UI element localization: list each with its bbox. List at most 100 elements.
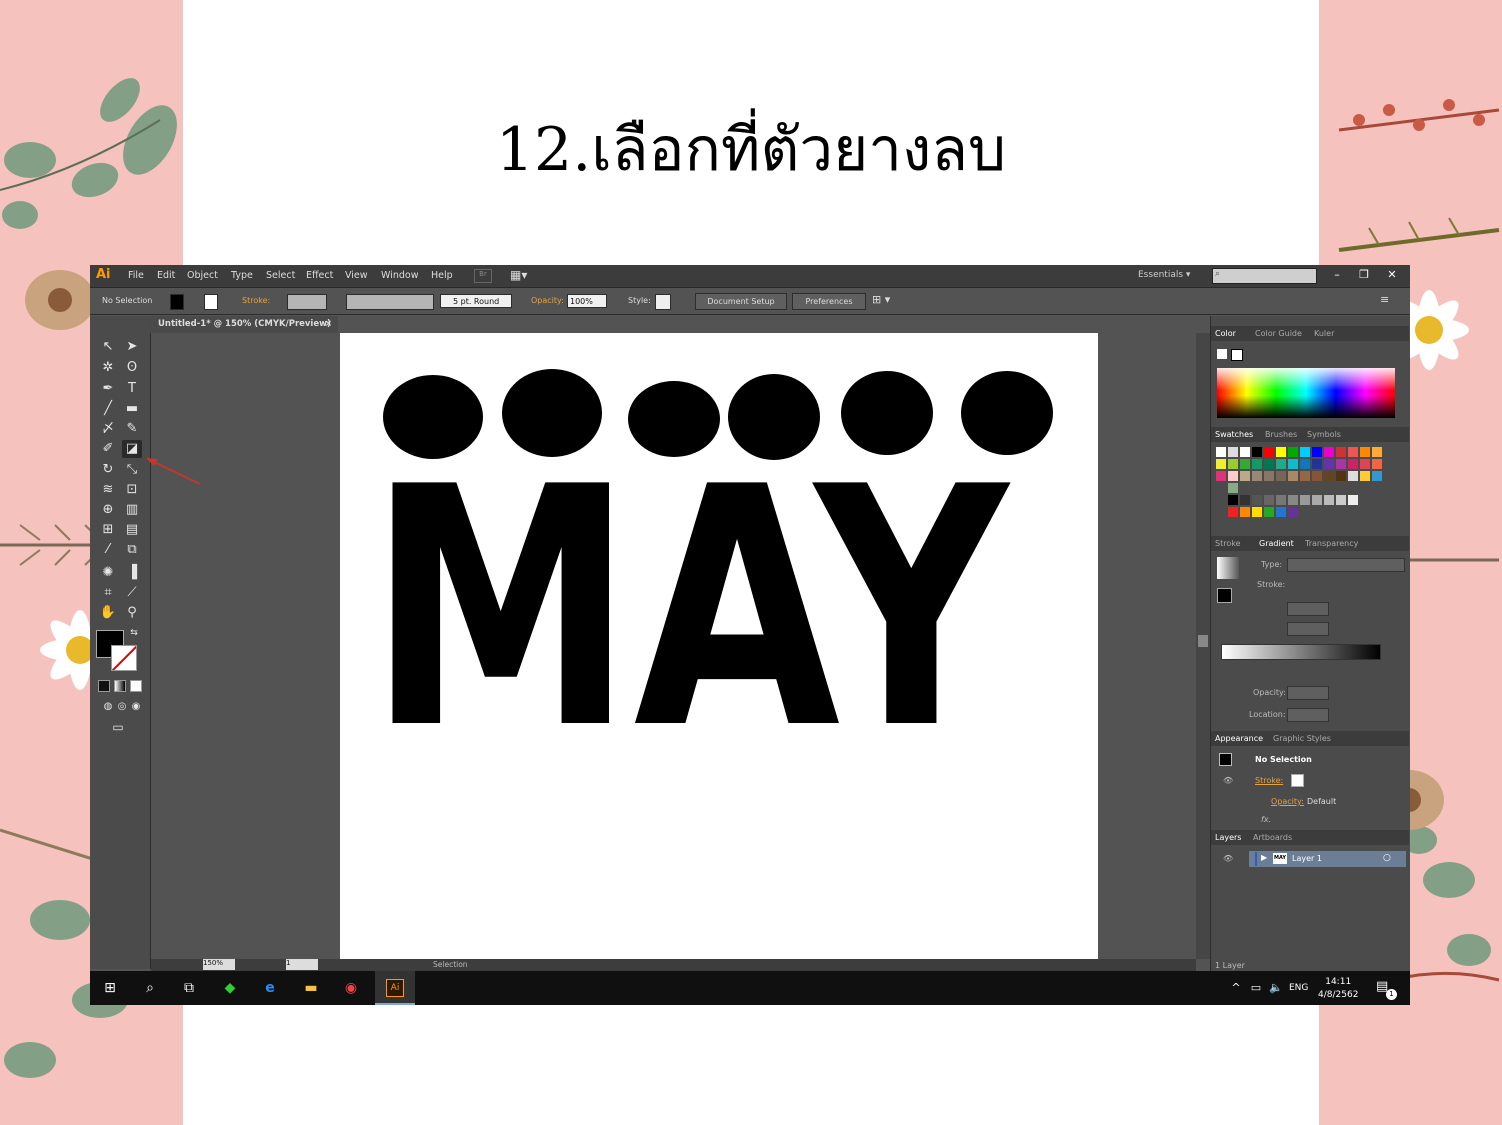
swatch[interactable] bbox=[1288, 471, 1298, 481]
chrome-browser-icon[interactable]: ◉ bbox=[342, 979, 360, 997]
fill-color-swatch[interactable] bbox=[170, 294, 184, 310]
swatch[interactable] bbox=[1240, 459, 1250, 469]
swatch[interactable] bbox=[1336, 495, 1346, 505]
gradient-location-input[interactable] bbox=[1287, 708, 1329, 722]
swatch[interactable] bbox=[1312, 495, 1322, 505]
swatch[interactable] bbox=[1240, 471, 1250, 481]
panel-menu-icon[interactable]: ≡ bbox=[1380, 293, 1389, 306]
column-graph-tool-icon[interactable]: ▐ bbox=[122, 564, 142, 582]
graphic-style-swatch[interactable] bbox=[655, 294, 671, 310]
swatch[interactable] bbox=[1276, 471, 1286, 481]
swatch[interactable] bbox=[1228, 483, 1238, 493]
close-tab-icon[interactable]: × bbox=[325, 316, 332, 333]
swatch[interactable] bbox=[1276, 459, 1286, 469]
swatch[interactable] bbox=[1324, 459, 1334, 469]
arrange-documents-icon[interactable]: ▦▾ bbox=[510, 268, 527, 282]
swatch[interactable] bbox=[1360, 471, 1370, 481]
tab-layers[interactable]: Layers bbox=[1215, 833, 1241, 842]
swatch[interactable] bbox=[1324, 447, 1334, 457]
swatch[interactable] bbox=[1252, 507, 1262, 517]
swatch[interactable] bbox=[1312, 447, 1322, 457]
app-green-icon[interactable]: ◆ bbox=[221, 979, 239, 997]
tab-color[interactable]: Color bbox=[1215, 329, 1236, 338]
swatch[interactable] bbox=[1264, 471, 1274, 481]
swatch[interactable] bbox=[1252, 495, 1262, 505]
opacity-label[interactable]: Opacity: bbox=[531, 296, 564, 305]
gradient-mode-button[interactable] bbox=[114, 680, 126, 692]
swatch[interactable] bbox=[1348, 471, 1358, 481]
swatch[interactable] bbox=[1264, 495, 1274, 505]
rectangle-tool-icon[interactable]: ▬ bbox=[122, 400, 142, 418]
swatch[interactable] bbox=[1312, 471, 1322, 481]
artboard[interactable]: MAY bbox=[340, 333, 1098, 959]
mesh-tool-icon[interactable]: ⊞ bbox=[98, 521, 118, 539]
swatch[interactable] bbox=[1252, 471, 1262, 481]
swatch[interactable] bbox=[1228, 459, 1238, 469]
fx-icon[interactable]: fx. bbox=[1261, 815, 1271, 824]
swatch[interactable] bbox=[1252, 447, 1262, 457]
type-tool-icon[interactable]: T bbox=[122, 380, 142, 398]
layer-visibility-icon[interactable]: 👁 bbox=[1223, 854, 1233, 863]
swatch[interactable] bbox=[1288, 507, 1298, 517]
tab-appearance[interactable]: Appearance bbox=[1215, 734, 1263, 743]
opacity-input[interactable]: 100% bbox=[567, 294, 607, 308]
zoom-select[interactable]: 150% bbox=[203, 959, 235, 970]
document-tab[interactable]: Untitled-1* @ 150% (CMYK/Preview) × bbox=[150, 316, 338, 333]
menu-view[interactable]: View bbox=[345, 270, 368, 281]
swatch[interactable] bbox=[1228, 471, 1238, 481]
swatch[interactable] bbox=[1300, 471, 1310, 481]
perspective-grid-tool-icon[interactable]: ▥ bbox=[122, 501, 142, 519]
illustrator-taskbar-button[interactable]: Ai bbox=[375, 971, 415, 1005]
language-indicator[interactable]: ENG bbox=[1289, 983, 1308, 993]
gradient-preview[interactable] bbox=[1217, 557, 1239, 579]
swatch[interactable] bbox=[1216, 459, 1226, 469]
hand-tool-icon[interactable]: ✋ bbox=[98, 604, 118, 622]
network-icon[interactable]: ▭ bbox=[1247, 979, 1265, 997]
line-tool-icon[interactable]: ╱ bbox=[98, 400, 118, 418]
swatch[interactable] bbox=[1360, 459, 1370, 469]
free-transform-tool-icon[interactable]: ⊡ bbox=[122, 481, 142, 499]
pencil-tool-icon[interactable]: ✎ bbox=[122, 420, 142, 438]
layer-target-icon[interactable]: ○ bbox=[1383, 853, 1391, 863]
zoom-tool-icon[interactable]: ⚲ bbox=[122, 604, 142, 622]
color-spectrum[interactable] bbox=[1217, 368, 1395, 418]
artboard-tool-icon[interactable]: ⌗ bbox=[98, 584, 118, 602]
document-setup-button[interactable]: Document Setup bbox=[695, 293, 787, 310]
swap-fill-stroke-icon[interactable]: ⇆ bbox=[124, 624, 144, 642]
menu-file[interactable]: File bbox=[128, 270, 144, 281]
swatch[interactable] bbox=[1216, 447, 1226, 457]
appearance-stroke-label[interactable]: Stroke: bbox=[1255, 776, 1283, 785]
swatch[interactable] bbox=[1240, 507, 1250, 517]
swatch[interactable] bbox=[1300, 459, 1310, 469]
color-none-swatch[interactable] bbox=[1217, 349, 1227, 359]
search-field[interactable]: ⌕ bbox=[1212, 268, 1317, 284]
swatch[interactable] bbox=[1324, 471, 1334, 481]
file-explorer-icon[interactable]: ▬ bbox=[302, 979, 320, 997]
appearance-stroke-swatch[interactable] bbox=[1291, 774, 1304, 787]
tab-gradient[interactable]: Gradient bbox=[1259, 539, 1294, 548]
swatch[interactable] bbox=[1240, 495, 1250, 505]
swatch[interactable] bbox=[1324, 495, 1334, 505]
gradient-slider[interactable] bbox=[1221, 644, 1381, 660]
restore-button[interactable]: ❐ bbox=[1352, 267, 1376, 282]
windows-start-icon[interactable]: ⊞ bbox=[101, 979, 119, 997]
expand-arrow-icon[interactable]: ▶ bbox=[1261, 853, 1267, 862]
tab-stroke[interactable]: Stroke bbox=[1215, 539, 1241, 548]
tab-color-guide[interactable]: Color Guide bbox=[1255, 329, 1302, 338]
appearance-opacity-label[interactable]: Opacity: bbox=[1271, 797, 1304, 806]
swatch[interactable] bbox=[1228, 495, 1238, 505]
swatch[interactable] bbox=[1276, 447, 1286, 457]
menu-edit[interactable]: Edit bbox=[157, 270, 175, 281]
swatch[interactable] bbox=[1348, 495, 1358, 505]
swatch[interactable] bbox=[1372, 459, 1382, 469]
brush-definition-select[interactable]: 5 pt. Round bbox=[440, 294, 512, 308]
blob-brush-tool-icon[interactable]: ✐ bbox=[98, 440, 118, 458]
canvas-area[interactable]: MAY bbox=[151, 333, 1196, 959]
layer-name[interactable]: Layer 1 bbox=[1292, 854, 1322, 863]
swatch[interactable] bbox=[1276, 495, 1286, 505]
swatch[interactable] bbox=[1336, 447, 1346, 457]
bridge-button[interactable]: Br bbox=[474, 269, 492, 283]
arrange-icon[interactable]: ⊞ ▾ bbox=[872, 293, 890, 306]
swatch[interactable] bbox=[1300, 447, 1310, 457]
swatch[interactable] bbox=[1228, 507, 1238, 517]
